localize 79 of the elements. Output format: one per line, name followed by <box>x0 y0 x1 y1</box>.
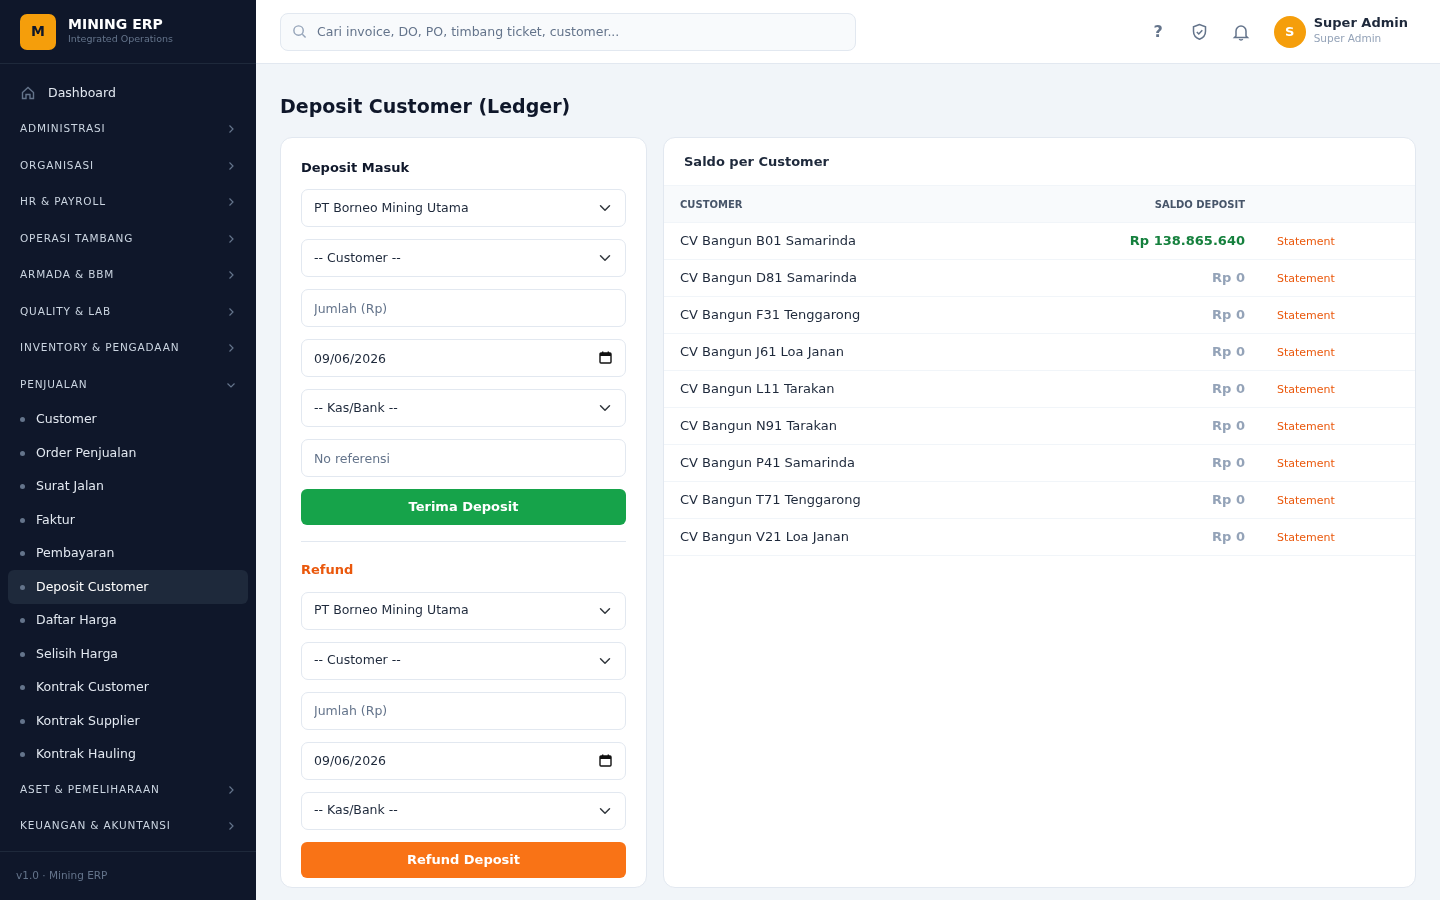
nav-section[interactable]: PENJUALAN <box>8 366 248 403</box>
statement-link[interactable]: Statement <box>1245 309 1335 323</box>
table-cell-text: CV Bangun P41 Samarinda <box>680 454 856 473</box>
statement-link[interactable]: Statement <box>1245 457 1335 471</box>
statement-link[interactable]: Statement <box>1245 494 1335 508</box>
select-field[interactable]: -- Kas/Bank -- <box>301 791 626 830</box>
table-cell-text: CV Bangun D81 Samarinda <box>680 269 859 288</box>
nav-item[interactable]: Order Penjualan <box>8 436 248 470</box>
table-cell-text: Rp 0 <box>1211 306 1245 325</box>
user-role: Super Admin <box>1313 30 1383 46</box>
nav-item[interactable]: Pembayaran <box>8 536 248 571</box>
input-field[interactable]: No referensi <box>301 439 626 477</box>
nav-item[interactable]: Daftar Harga <box>8 603 248 638</box>
input-field[interactable]: Jumlah (Rp) <box>301 289 626 327</box>
nav-item[interactable]: Faktur <box>8 503 248 537</box>
nav-item[interactable]: Kontrak Supplier <box>8 704 248 738</box>
page-title: Deposit Customer (Ledger) <box>280 94 572 119</box>
nav-section[interactable]: INVENTORY & PENGADAAN <box>8 329 248 367</box>
version-text: v1.0 · Mining ERP <box>16 869 108 881</box>
nav-item[interactable]: Kontrak Hauling <box>8 737 248 772</box>
statement-link[interactable]: Statement <box>1245 420 1335 434</box>
nav-section[interactable]: ORGANISASI <box>8 147 248 184</box>
nav-item[interactable]: Kontrak Customer <box>8 670 248 705</box>
table-cell-text: Rp 138.865.640 <box>1128 232 1245 251</box>
statement-link[interactable]: Statement <box>1245 235 1335 249</box>
table-cell-text: CV Bangun F31 Tenggarong <box>680 306 862 325</box>
nav-link[interactable]: Dashboard <box>8 76 248 111</box>
statement-link[interactable]: Statement <box>1245 272 1335 286</box>
column-header: CUSTOMER <box>680 197 744 212</box>
select-field[interactable]: PT Borneo Mining Utama <box>301 189 626 227</box>
table-cell-text: CV Bangun B01 Samarinda <box>680 232 857 251</box>
table-cell-text: Rp 0 <box>1211 343 1245 362</box>
table-cell-text: CV Bangun T71 Tenggarong <box>680 491 862 510</box>
shield-icon[interactable] <box>1190 22 1208 41</box>
section-title: Deposit Masuk <box>301 158 411 177</box>
help-button[interactable]: ? <box>1149 19 1167 44</box>
statement-link[interactable]: Statement <box>1245 383 1335 397</box>
table-cell-text: Rp 0 <box>1211 417 1245 436</box>
table-cell-text: CV Bangun J61 Loa Janan <box>680 343 845 362</box>
table-cell-text: Rp 0 <box>1211 454 1245 473</box>
nav-item[interactable]: Deposit Customer <box>8 570 248 604</box>
notification-bell-icon[interactable] <box>1231 22 1250 41</box>
nav-item[interactable]: Surat Jalan <box>8 469 248 504</box>
nav-section[interactable]: ARMADA & BBM <box>8 256 248 294</box>
select-field[interactable]: PT Borneo Mining Utama <box>301 591 626 630</box>
section-title: Refund <box>301 561 355 579</box>
table-cell-text: CV Bangun N91 Tarakan <box>680 417 839 436</box>
statement-link[interactable]: Statement <box>1245 346 1335 360</box>
table-cell-text: CV Bangun V21 Loa Janan <box>680 528 850 547</box>
table-cell-text: CV Bangun L11 Tarakan <box>680 380 836 399</box>
date-field[interactable]: 09/06/2026 <box>301 741 626 780</box>
select-field[interactable]: -- Kas/Bank -- <box>301 389 626 427</box>
nav-section[interactable]: KEUANGAN & AKUNTANSI <box>8 807 248 845</box>
nav-item[interactable]: Customer <box>8 402 248 437</box>
input-field[interactable]: Jumlah (Rp) <box>301 691 626 730</box>
statement-link[interactable]: Statement <box>1245 531 1335 545</box>
logo-badge: M <box>20 13 56 50</box>
nav-section[interactable]: ASET & PEMELIHARAAN <box>8 771 248 808</box>
calendar-icon[interactable] <box>599 351 612 364</box>
nav-section[interactable]: ADMINISTRASI <box>8 110 248 148</box>
table-cell-text: Rp 0 <box>1211 528 1245 547</box>
nav-item[interactable]: Selisih Harga <box>8 637 248 671</box>
user-name: Super Admin <box>1313 16 1408 31</box>
select-field[interactable]: -- Customer -- <box>301 641 626 680</box>
select-field[interactable]: -- Customer -- <box>301 239 626 277</box>
home-icon <box>20 85 36 102</box>
nav-section[interactable]: QUALITY & LAB <box>8 293 248 330</box>
nav-section[interactable]: HR & PAYROLL <box>8 183 248 221</box>
table-cell-text: Rp 0 <box>1211 380 1245 399</box>
search-icon <box>292 23 307 39</box>
table-cell-text: Rp 0 <box>1211 269 1245 288</box>
calendar-icon[interactable] <box>599 753 612 767</box>
search-field[interactable]: Cari invoice, DO, PO, timbang ticket, customer... <box>280 12 856 51</box>
brand-subtitle: Integrated Operations <box>68 32 173 47</box>
date-field[interactable]: 09/06/2026 <box>301 339 626 377</box>
brand-title: MINING ERP <box>68 16 164 33</box>
column-header: SALDO DEPOSIT <box>1153 197 1245 212</box>
table-cell-text: Rp 0 <box>1211 491 1245 510</box>
nav-section[interactable]: OPERASI TAMBANG <box>8 220 248 257</box>
